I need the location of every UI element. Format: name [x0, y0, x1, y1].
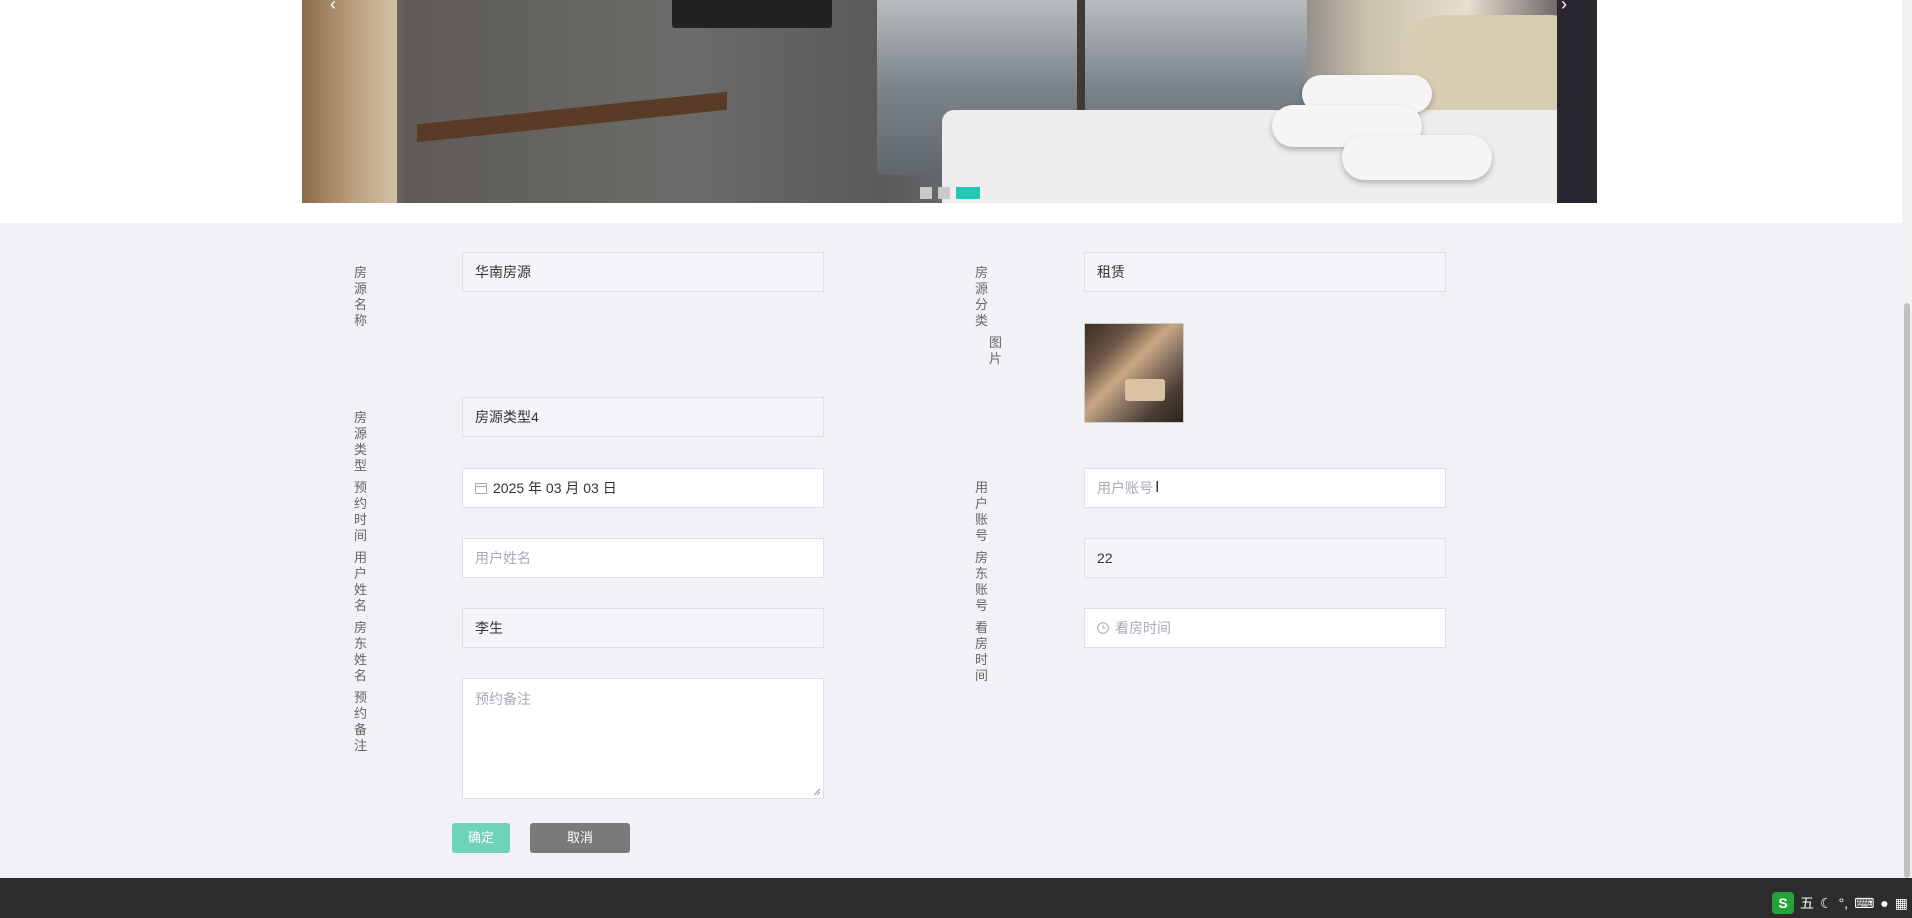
keyboard-icon[interactable]: ⌨ [1854, 895, 1874, 912]
scrollbar-thumb[interactable] [1904, 303, 1910, 878]
viewing-time-placeholder: 看房时间 [1115, 620, 1171, 636]
user-account-label: 用户账号 [975, 480, 989, 543]
booking-time-value: 2025 年 03 月 03 日 [493, 480, 617, 496]
house-type-value: 房源类型4 [475, 409, 539, 425]
carousel-indicators [920, 187, 980, 199]
banner-image-wall [302, 0, 397, 203]
house-category-value: 租赁 [1097, 264, 1125, 280]
carousel-banner[interactable]: ‹ › [302, 0, 1597, 203]
house-type-label: 房源类型 [354, 410, 368, 473]
resize-handle-icon[interactable] [813, 788, 821, 796]
clock-icon [1097, 622, 1109, 634]
carousel-dot[interactable] [938, 187, 950, 199]
landlord-name-field[interactable]: 李生 [462, 608, 824, 648]
booking-note-placeholder: 预约备注 [475, 691, 531, 707]
user-name-placeholder: 用户姓名 [475, 550, 531, 566]
user-account-input[interactable]: 用户账号 I [1084, 468, 1446, 508]
banner-image-shelf [417, 91, 727, 143]
landlord-account-value: 22 [1097, 550, 1113, 566]
punctuation-icon[interactable]: °, [1839, 895, 1849, 911]
ime-mode-indicator[interactable]: 五 [1800, 893, 1814, 913]
booking-note-textarea[interactable]: 预约备注 [462, 678, 824, 799]
grid-icon[interactable]: ▦ [1895, 895, 1908, 912]
house-name-value: 华南房源 [475, 264, 531, 280]
booking-note-label: 预约备注 [354, 690, 368, 753]
user-account-placeholder: 用户账号 [1097, 480, 1153, 496]
landlord-name-label: 房东姓名 [354, 620, 368, 683]
banner-image-tv [672, 0, 832, 28]
booking-time-label: 预约时间 [354, 480, 368, 543]
carousel-dot-active[interactable] [956, 187, 980, 199]
house-name-field[interactable]: 华南房源 [462, 252, 824, 292]
viewing-time-picker[interactable]: 看房时间 [1084, 608, 1446, 648]
carousel-prev-arrow[interactable]: ‹ [330, 0, 336, 15]
house-type-field[interactable]: 房源类型4 [462, 397, 824, 437]
cancel-button[interactable]: 取消 [530, 823, 630, 853]
ime-logo-icon[interactable]: S [1772, 892, 1795, 914]
ime-toolbar: S 五 ☾ °, ⌨ ● ▦ [1772, 890, 1912, 916]
picture-label: 图片 [989, 335, 1003, 366]
house-category-label: 房源分类 [975, 265, 989, 328]
landlord-name-value: 李生 [475, 620, 503, 636]
banner-image-edge [1557, 0, 1597, 203]
banner-image-bed [942, 110, 1592, 203]
page-scrollbar[interactable] [1902, 0, 1912, 878]
user-icon[interactable]: ● [1880, 895, 1888, 911]
moon-icon[interactable]: ☾ [1820, 895, 1833, 912]
landlord-account-field[interactable]: 22 [1084, 538, 1446, 578]
calendar-icon [475, 483, 487, 494]
booking-time-picker[interactable]: 2025 年 03 月 03 日 [462, 468, 824, 508]
banner-image-pillow [1342, 135, 1492, 180]
page-footer [0, 878, 1912, 918]
viewing-time-label: 看房时间 [975, 620, 989, 683]
landlord-account-label: 房东账号 [975, 550, 989, 613]
carousel-next-arrow[interactable]: › [1561, 0, 1567, 15]
carousel-dot[interactable] [920, 187, 932, 199]
user-name-input[interactable]: 用户姓名 [462, 538, 824, 578]
house-name-label: 房源名称 [354, 265, 368, 328]
house-picture-thumbnail[interactable] [1084, 323, 1184, 423]
confirm-button[interactable]: 确定 [452, 823, 510, 853]
text-cursor-icon: I [1155, 479, 1160, 496]
house-category-field[interactable]: 租赁 [1084, 252, 1446, 292]
user-name-label: 用户姓名 [354, 550, 368, 613]
